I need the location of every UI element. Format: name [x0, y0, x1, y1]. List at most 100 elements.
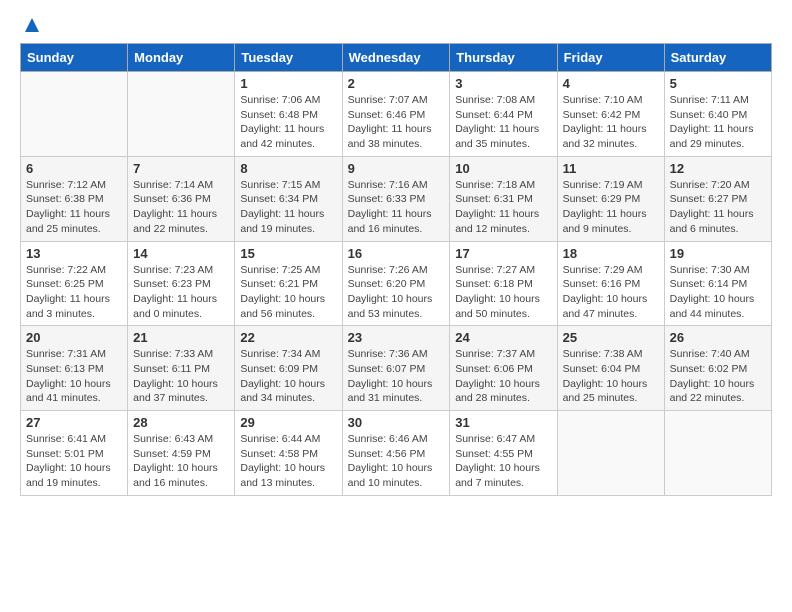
- day-number: 19: [670, 246, 766, 261]
- day-info: Sunrise: 7:06 AMSunset: 6:48 PMDaylight:…: [240, 93, 336, 152]
- day-info: Sunrise: 7:25 AMSunset: 6:21 PMDaylight:…: [240, 263, 336, 322]
- calendar-cell: 23 Sunrise: 7:36 AMSunset: 6:07 PMDayligh…: [342, 326, 450, 411]
- day-number: 14: [133, 246, 229, 261]
- day-number: 24: [455, 330, 551, 345]
- weekday-header-sunday: Sunday: [21, 44, 128, 72]
- day-info: Sunrise: 7:37 AMSunset: 6:06 PMDaylight:…: [455, 347, 551, 406]
- day-info: Sunrise: 7:08 AMSunset: 6:44 PMDaylight:…: [455, 93, 551, 152]
- day-number: 16: [348, 246, 445, 261]
- calendar-cell: 17 Sunrise: 7:27 AMSunset: 6:18 PMDayligh…: [450, 241, 557, 326]
- weekday-header-tuesday: Tuesday: [235, 44, 342, 72]
- calendar-cell: 9 Sunrise: 7:16 AMSunset: 6:33 PMDaylight…: [342, 156, 450, 241]
- logo-arrow-icon: [23, 16, 41, 39]
- day-number: 7: [133, 161, 229, 176]
- calendar-cell: 29 Sunrise: 6:44 AMSunset: 4:58 PMDayligh…: [235, 411, 342, 496]
- calendar-header-row: SundayMondayTuesdayWednesdayThursdayFrid…: [21, 44, 772, 72]
- day-info: Sunrise: 7:34 AMSunset: 6:09 PMDaylight:…: [240, 347, 336, 406]
- day-info: Sunrise: 7:22 AMSunset: 6:25 PMDaylight:…: [26, 263, 122, 322]
- calendar-cell: 14 Sunrise: 7:23 AMSunset: 6:23 PMDayligh…: [128, 241, 235, 326]
- day-number: 25: [563, 330, 659, 345]
- day-number: 27: [26, 415, 122, 430]
- calendar-cell: 7 Sunrise: 7:14 AMSunset: 6:36 PMDaylight…: [128, 156, 235, 241]
- calendar-cell: 27 Sunrise: 6:41 AMSunset: 5:01 PMDayligh…: [21, 411, 128, 496]
- day-number: 28: [133, 415, 229, 430]
- weekday-header-monday: Monday: [128, 44, 235, 72]
- calendar-cell: 11 Sunrise: 7:19 AMSunset: 6:29 PMDayligh…: [557, 156, 664, 241]
- day-number: 30: [348, 415, 445, 430]
- calendar-cell: 24 Sunrise: 7:37 AMSunset: 6:06 PMDayligh…: [450, 326, 557, 411]
- day-number: 8: [240, 161, 336, 176]
- calendar-week-row: 1Sunrise: 7:06 AMSunset: 6:48 PMDaylight…: [21, 72, 772, 157]
- day-info: Sunrise: 6:44 AMSunset: 4:58 PMDaylight:…: [240, 432, 336, 491]
- day-info: Sunrise: 6:43 AMSunset: 4:59 PMDaylight:…: [133, 432, 229, 491]
- day-number: 13: [26, 246, 122, 261]
- calendar-cell: 12Sunrise: 7:20 AMSunset: 6:27 PMDayligh…: [664, 156, 771, 241]
- calendar-week-row: 13 Sunrise: 7:22 AMSunset: 6:25 PMDayligh…: [21, 241, 772, 326]
- day-number: 3: [455, 76, 551, 91]
- day-number: 6: [26, 161, 122, 176]
- day-number: 29: [240, 415, 336, 430]
- day-info: Sunrise: 7:30 AMSunset: 6:14 PMDaylight:…: [670, 263, 766, 322]
- calendar-cell: 19 Sunrise: 7:30 AMSunset: 6:14 PMDayligh…: [664, 241, 771, 326]
- day-info: Sunrise: 6:41 AMSunset: 5:01 PMDaylight:…: [26, 432, 122, 491]
- calendar-week-row: 6 Sunrise: 7:12 AMSunset: 6:38 PMDaylight…: [21, 156, 772, 241]
- day-info: Sunrise: 7:19 AMSunset: 6:29 PMDaylight:…: [563, 178, 659, 237]
- calendar-cell: 6 Sunrise: 7:12 AMSunset: 6:38 PMDaylight…: [21, 156, 128, 241]
- day-info: Sunrise: 7:12 AMSunset: 6:38 PMDaylight:…: [26, 178, 122, 237]
- calendar-cell: 25 Sunrise: 7:38 AMSunset: 6:04 PMDayligh…: [557, 326, 664, 411]
- logo: [20, 20, 41, 33]
- day-number: 18: [563, 246, 659, 261]
- calendar-cell: 5 Sunrise: 7:11 AMSunset: 6:40 PMDaylight…: [664, 72, 771, 157]
- day-number: 23: [348, 330, 445, 345]
- day-info: Sunrise: 7:14 AMSunset: 6:36 PMDaylight:…: [133, 178, 229, 237]
- day-number: 9: [348, 161, 445, 176]
- calendar-cell: 15 Sunrise: 7:25 AMSunset: 6:21 PMDayligh…: [235, 241, 342, 326]
- calendar-cell: 8 Sunrise: 7:15 AMSunset: 6:34 PMDaylight…: [235, 156, 342, 241]
- day-number: 21: [133, 330, 229, 345]
- calendar-week-row: 20Sunrise: 7:31 AMSunset: 6:13 PMDayligh…: [21, 326, 772, 411]
- day-number: 20: [26, 330, 122, 345]
- day-number: 31: [455, 415, 551, 430]
- day-info: Sunrise: 6:46 AMSunset: 4:56 PMDaylight:…: [348, 432, 445, 491]
- day-info: Sunrise: 7:36 AMSunset: 6:07 PMDaylight:…: [348, 347, 445, 406]
- day-number: 2: [348, 76, 445, 91]
- calendar-cell: 16Sunrise: 7:26 AMSunset: 6:20 PMDayligh…: [342, 241, 450, 326]
- calendar-cell: 3 Sunrise: 7:08 AMSunset: 6:44 PMDaylight…: [450, 72, 557, 157]
- calendar-cell: [557, 411, 664, 496]
- day-number: 4: [563, 76, 659, 91]
- calendar-cell: 30 Sunrise: 6:46 AMSunset: 4:56 PMDayligh…: [342, 411, 450, 496]
- calendar-cell: 31Sunrise: 6:47 AMSunset: 4:55 PMDayligh…: [450, 411, 557, 496]
- day-number: 22: [240, 330, 336, 345]
- calendar-table: SundayMondayTuesdayWednesdayThursdayFrid…: [20, 43, 772, 496]
- calendar-cell: 10Sunrise: 7:18 AMSunset: 6:31 PMDayligh…: [450, 156, 557, 241]
- calendar-week-row: 27 Sunrise: 6:41 AMSunset: 5:01 PMDayligh…: [21, 411, 772, 496]
- weekday-header-friday: Friday: [557, 44, 664, 72]
- day-info: Sunrise: 7:29 AMSunset: 6:16 PMDaylight:…: [563, 263, 659, 322]
- weekday-header-thursday: Thursday: [450, 44, 557, 72]
- day-info: Sunrise: 7:40 AMSunset: 6:02 PMDaylight:…: [670, 347, 766, 406]
- day-number: 17: [455, 246, 551, 261]
- day-number: 11: [563, 161, 659, 176]
- calendar-cell: 4Sunrise: 7:10 AMSunset: 6:42 PMDaylight…: [557, 72, 664, 157]
- calendar-cell: [21, 72, 128, 157]
- day-number: 5: [670, 76, 766, 91]
- calendar-cell: [664, 411, 771, 496]
- page-header: [20, 20, 772, 33]
- calendar-cell: 20Sunrise: 7:31 AMSunset: 6:13 PMDayligh…: [21, 326, 128, 411]
- day-info: Sunrise: 7:38 AMSunset: 6:04 PMDaylight:…: [563, 347, 659, 406]
- day-info: Sunrise: 7:11 AMSunset: 6:40 PMDaylight:…: [670, 93, 766, 152]
- day-info: Sunrise: 7:33 AMSunset: 6:11 PMDaylight:…: [133, 347, 229, 406]
- calendar-cell: 28 Sunrise: 6:43 AMSunset: 4:59 PMDayligh…: [128, 411, 235, 496]
- calendar-cell: 1Sunrise: 7:06 AMSunset: 6:48 PMDaylight…: [235, 72, 342, 157]
- day-number: 26: [670, 330, 766, 345]
- day-info: Sunrise: 7:15 AMSunset: 6:34 PMDaylight:…: [240, 178, 336, 237]
- day-number: 10: [455, 161, 551, 176]
- calendar-cell: 26 Sunrise: 7:40 AMSunset: 6:02 PMDayligh…: [664, 326, 771, 411]
- day-info: Sunrise: 7:23 AMSunset: 6:23 PMDaylight:…: [133, 263, 229, 322]
- day-info: Sunrise: 7:27 AMSunset: 6:18 PMDaylight:…: [455, 263, 551, 322]
- day-number: 12: [670, 161, 766, 176]
- weekday-header-saturday: Saturday: [664, 44, 771, 72]
- day-number: 15: [240, 246, 336, 261]
- calendar-cell: 22 Sunrise: 7:34 AMSunset: 6:09 PMDayligh…: [235, 326, 342, 411]
- day-info: Sunrise: 7:16 AMSunset: 6:33 PMDaylight:…: [348, 178, 445, 237]
